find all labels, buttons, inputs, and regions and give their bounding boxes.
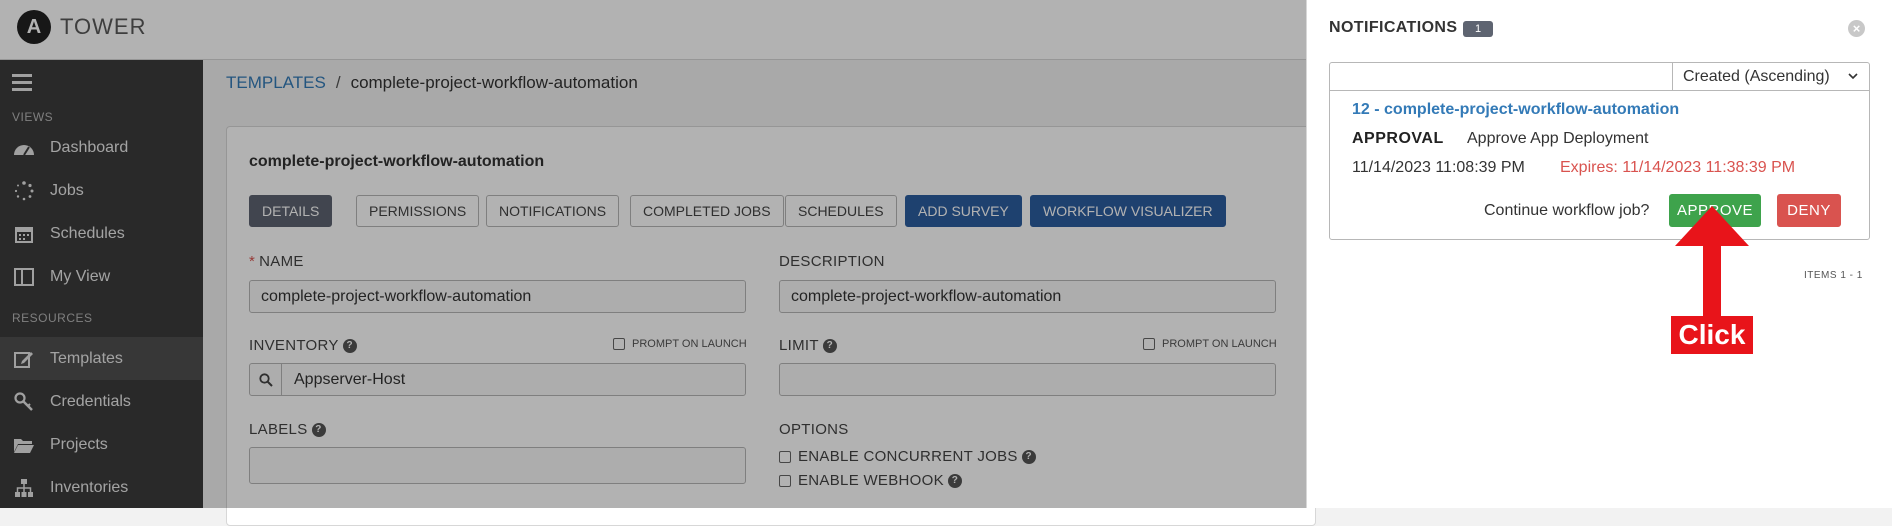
chevron-down-icon — [1847, 63, 1859, 98]
deny-button[interactable]: DENY — [1777, 194, 1841, 227]
notifications-title: NOTIFICATIONS — [1329, 19, 1458, 36]
continue-workflow-prompt: Continue workflow job? — [1484, 202, 1650, 219]
close-icon[interactable]: × — [1848, 20, 1865, 37]
approval-created-time: 11/14/2023 11:08:39 PM — [1352, 159, 1525, 176]
approval-name: Approve App Deployment — [1467, 130, 1649, 147]
sort-selected-value: Created (Ascending) — [1683, 68, 1830, 85]
notification-toolbar: Created (Ascending) — [1330, 63, 1869, 91]
approval-type-label: APPROVAL — [1352, 130, 1444, 147]
approval-expires: Expires: 11/14/2023 11:38:39 PM — [1560, 159, 1796, 176]
modal-backdrop[interactable] — [0, 0, 1306, 508]
items-count: ITEMS 1 - 1 — [1804, 270, 1863, 281]
click-annotation: Click — [1671, 316, 1753, 354]
notifications-count-badge: 1 — [1463, 21, 1493, 37]
notifications-drawer: NOTIFICATIONS 1 × Created (Ascending) 12… — [1306, 0, 1892, 508]
notification-search-input[interactable] — [1330, 63, 1672, 90]
red-arrow-up-icon — [1675, 206, 1749, 318]
sort-select[interactable]: Created (Ascending) — [1672, 63, 1869, 91]
workflow-job-link[interactable]: 12 - complete-project-workflow-automatio… — [1352, 101, 1679, 119]
notification-list: Created (Ascending) 12 - complete-projec… — [1329, 62, 1870, 240]
